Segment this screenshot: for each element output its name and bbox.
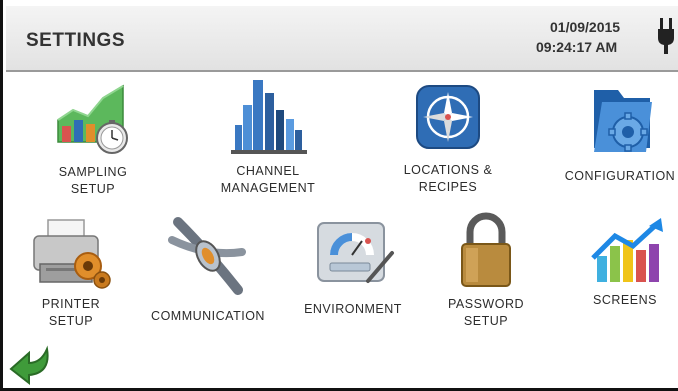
date-text: 01/09/2015: [550, 19, 621, 35]
printer-setup-label: PRINTER SETUP: [41, 297, 101, 328]
printer-setup-button[interactable]: PRINTER SETUP: [21, 218, 121, 330]
back-arrow-icon[interactable]: [7, 343, 55, 387]
cable-icon: [168, 217, 246, 295]
compass-icon: [416, 85, 480, 149]
settings-screen: SETTINGS 01/09/2015 09:24:17 AM SAMPLING…: [0, 0, 678, 391]
time-text: 09:24:17 AM: [536, 39, 618, 55]
password-setup-button[interactable]: PASSWORD SETUP: [431, 210, 541, 330]
channel-bar-chart-icon: [231, 80, 307, 154]
configuration-button[interactable]: CONFIGURATION: [555, 82, 678, 185]
configuration-label: CONFIGURATION: [564, 169, 676, 183]
datetime-display: 01/09/2015 09:24:17 AM: [536, 17, 656, 57]
communication-label: COMMUNICATION: [151, 309, 265, 323]
locations-recipes-button[interactable]: LOCATIONS & RECIPES: [393, 82, 503, 196]
environment-button[interactable]: ENVIRONMENT: [293, 215, 413, 318]
header-bar: SETTINGS 01/09/2015 09:24:17 AM: [6, 6, 678, 72]
folder-gear-icon: [594, 90, 652, 152]
sampling-setup-label: SAMPLING SETUP: [58, 165, 128, 196]
page-title: SETTINGS: [26, 30, 126, 51]
channel-management-button[interactable]: CHANNEL MANAGEMENT: [213, 75, 323, 197]
environment-label: ENVIRONMENT: [304, 302, 402, 316]
password-setup-label: PASSWORD SETUP: [448, 297, 524, 328]
plug-icon: [658, 18, 674, 54]
sampling-chart-clock-icon: [57, 84, 128, 154]
colored-bars-arrow-icon: [591, 218, 663, 282]
printer-gear-icon: [33, 219, 111, 289]
screens-button[interactable]: SCREENS: [575, 214, 675, 309]
locations-recipes-label: LOCATIONS & RECIPES: [403, 163, 493, 194]
communication-button[interactable]: COMMUNICATION: [143, 212, 273, 325]
channel-management-label: CHANNEL MANAGEMENT: [220, 164, 316, 195]
sampling-setup-button[interactable]: SAMPLING SETUP: [43, 80, 143, 198]
gauge-panel-icon: [317, 222, 394, 283]
padlock-icon: [461, 212, 511, 287]
screens-label: SCREENS: [593, 293, 657, 307]
